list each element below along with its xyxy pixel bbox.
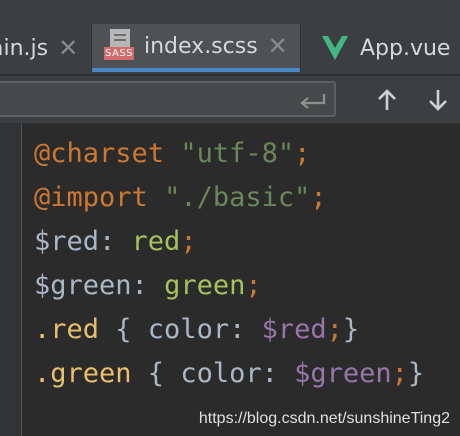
code-token: { color: [131,358,295,389]
tab-index-scss[interactable]: SASS index.scss ✕ [92,24,300,72]
tab-label: App.vue [360,35,451,61]
code-token: : [131,270,165,301]
code-token: @charset [34,138,165,169]
code-token: "./basic" [164,182,311,213]
code-token: ; [310,182,327,213]
code-line: $red: red; [34,220,424,264]
code-line: @import "./basic"; [34,176,424,220]
sass-file-icon: SASS [104,29,134,63]
code-token: $red [34,226,100,257]
code-token: $green [34,270,132,301]
code-token: { color: [99,314,262,345]
ide-window: ain.js ✕ SASS index.scss ✕ App.vue [0,0,460,436]
tab-label: ain.js [0,35,49,61]
arrow-down-icon [429,90,447,111]
tab-label: index.scss [144,33,258,59]
code-token: ; [391,358,408,389]
code-token: "utf-8" [180,138,295,169]
code-token: ; [245,270,262,301]
search-input[interactable] [0,81,336,117]
code-area[interactable]: @charset "utf-8"; @import "./basic"; $red:… [34,132,424,396]
arrow-up-icon [378,89,396,110]
code-token: ; [180,226,197,257]
tab-app-vue[interactable]: App.vue [300,24,460,72]
code-token: .green [34,358,132,389]
code-token: .red [34,314,100,345]
code-token: } [342,314,360,345]
code-line: @charset "utf-8"; [34,132,424,176]
vue-icon [322,36,348,60]
editor-gutter [0,124,22,436]
code-token: red [131,226,181,257]
code-token: $green [294,358,392,389]
close-icon[interactable]: ✕ [268,34,288,58]
code-token: : [99,226,132,257]
next-occurrence-button[interactable] [421,84,455,116]
code-editor[interactable]: @charset "utf-8"; @import "./basic"; $red:… [0,124,460,436]
code-token: $red [261,314,327,345]
enter-key-icon [300,94,326,109]
code-line: .red { color: $red;} [34,308,424,352]
editor-tab-bar: ain.js ✕ SASS index.scss ✕ App.vue [0,0,460,75]
document-icon [110,29,130,49]
sass-badge: SASS [104,47,134,60]
close-icon[interactable]: ✕ [58,36,78,60]
code-line: $green: green; [34,264,424,308]
previous-occurrence-button[interactable] [370,84,404,116]
watermark-text: https://blog.csdn.net/sunshineTing2 [198,410,450,427]
code-token: green [164,270,246,301]
code-token: } [407,358,425,389]
code-token: ; [326,314,343,345]
code-token: ; [294,138,311,169]
code-line: .green { color: $green;} [34,352,424,396]
code-token: @import [34,182,148,213]
tab-main-js[interactable]: ain.js ✕ [0,24,82,72]
